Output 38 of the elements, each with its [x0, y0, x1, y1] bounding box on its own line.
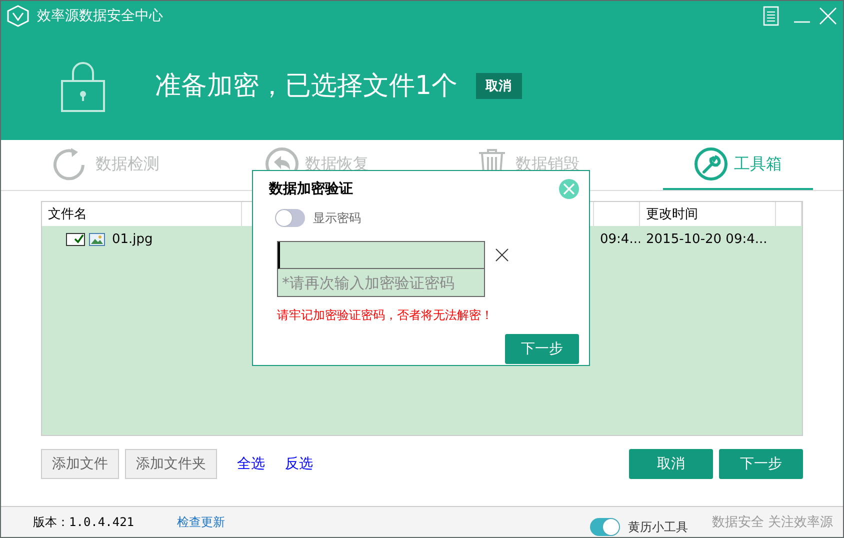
headline: 准备加密，已选择文件1个: [155, 70, 458, 103]
column-header: 文件名: [42, 202, 242, 226]
table-cell-text: 2015-10-20 09:4...: [645, 232, 768, 246]
shield-logo-icon: [7, 5, 29, 27]
close-button[interactable]: [559, 179, 579, 199]
add-button[interactable]: 添加文件: [41, 449, 119, 479]
close-icon: [563, 183, 575, 195]
password-field[interactable]: [278, 242, 484, 269]
toggle-label: 黄历小工具: [628, 518, 688, 536]
warning-text: 请牢记加密验证密码，否者将无法解密！: [277, 307, 494, 324]
cancel-button[interactable]: 取消: [629, 449, 713, 479]
check-icon: [74, 234, 84, 244]
dialog-title: 数据加密验证: [269, 180, 353, 198]
close-icon[interactable]: [819, 7, 837, 25]
confirm-password-field[interactable]: *请再次输入加密验证密码: [278, 269, 484, 296]
menu-icon[interactable]: [763, 6, 779, 26]
column-header: 更改时间: [640, 202, 776, 226]
update-link[interactable]: 检查更新: [177, 514, 225, 530]
table-cell-text: 09:4...: [599, 232, 640, 246]
add-button[interactable]: 添加文件夹: [125, 449, 217, 479]
slogan: 数据安全 关注效率源: [712, 514, 833, 531]
clear-icon[interactable]: [495, 248, 509, 262]
checkbox[interactable]: [66, 232, 85, 246]
image-file-icon: [89, 232, 105, 246]
tab[interactable]: 工具箱: [662, 140, 813, 190]
cancel-button[interactable]: 取消: [476, 72, 522, 98]
next-button[interactable]: 下一步: [505, 334, 579, 364]
version-label: 版本：1.0.4.421: [33, 514, 136, 530]
toggle-switch[interactable]: [275, 209, 305, 227]
toggle-label: 显示密码: [313, 210, 361, 226]
window-title: 效率源数据安全中心: [37, 7, 164, 25]
file-name: 01.jpg: [111, 232, 153, 246]
tab[interactable]: 数据检测: [31, 140, 182, 190]
select-link[interactable]: 反选: [285, 455, 313, 473]
toggle-switch[interactable]: [590, 518, 620, 536]
next-button[interactable]: 下一步: [719, 449, 803, 479]
select-link[interactable]: 全选: [237, 455, 265, 473]
wrench-icon: [694, 147, 728, 181]
